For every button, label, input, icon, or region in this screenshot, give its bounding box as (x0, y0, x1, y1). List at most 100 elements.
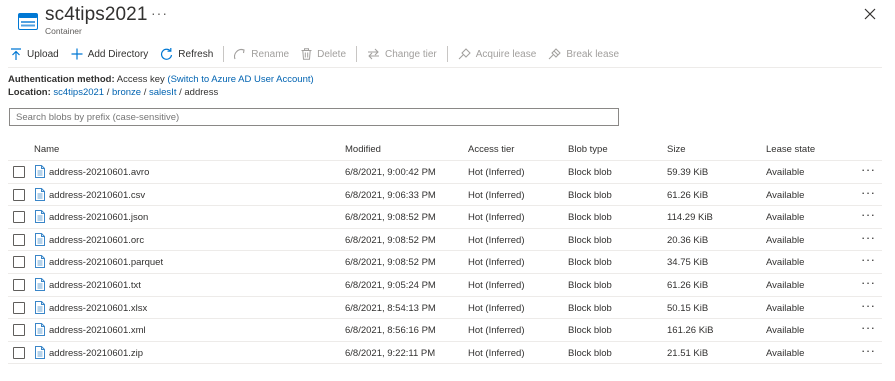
rename-button[interactable]: Rename (234, 48, 289, 60)
table-row[interactable]: address-20210601.zip 6/8/2021, 9:22:11 PM… (8, 342, 882, 365)
row-checkbox[interactable] (13, 346, 25, 359)
row-more-button[interactable]: ··· (861, 185, 876, 200)
lease-state-cell: Available (766, 325, 805, 337)
modified-cell: 6/8/2021, 9:08:52 PM (345, 212, 436, 224)
plus-icon (71, 48, 83, 60)
blob-type-cell: Block blob (568, 189, 612, 201)
blob-name[interactable]: address-20210601.csv (49, 190, 145, 201)
row-more-button[interactable]: ··· (861, 230, 876, 245)
row-checkbox[interactable] (13, 188, 25, 201)
access-tier-cell: Hot (Inferred) (468, 167, 525, 178)
blob-name[interactable]: address-20210601.json (49, 212, 148, 223)
row-more-button[interactable]: ··· (861, 275, 876, 290)
table-row[interactable]: address-20210601.json 6/8/2021, 9:08:52 P… (8, 206, 882, 229)
size-cell: 50.15 KiB (667, 302, 709, 314)
column-header-name[interactable]: Name (34, 144, 59, 155)
acquire-lease-button[interactable]: Acquire lease (458, 48, 537, 60)
breadcrumb-item-salesit[interactable]: salesIt (149, 87, 176, 98)
refresh-label: Refresh (178, 48, 214, 60)
column-header-lease-state[interactable]: Lease state (766, 144, 815, 155)
lease-state-cell: Available (766, 234, 805, 246)
row-more-button[interactable]: ··· (861, 343, 876, 358)
file-icon (35, 255, 45, 269)
auth-value: Access key (116, 74, 165, 85)
row-checkbox[interactable] (13, 233, 25, 246)
lease-state-cell: Available (766, 257, 805, 269)
access-tier-cell: Hot (Inferred) (468, 234, 525, 246)
row-more-button[interactable]: ··· (861, 320, 876, 335)
row-checkbox[interactable] (13, 301, 25, 314)
file-icon (35, 277, 45, 291)
blob-type-cell: Block blob (568, 212, 612, 224)
table-row[interactable]: address-20210601.avro 6/8/2021, 9:00:42 P… (8, 161, 882, 184)
access-tier-cell: Hot (Inferred) (468, 325, 525, 337)
column-header-access-tier[interactable]: Access tier (468, 144, 514, 155)
upload-icon (11, 47, 21, 60)
close-icon[interactable] (862, 6, 878, 22)
column-header-size[interactable]: Size (667, 144, 685, 155)
break-lease-icon (548, 48, 562, 60)
table-row[interactable]: address-20210601.txt 6/8/2021, 9:05:24 PM… (8, 274, 882, 297)
toolbar-divider (446, 46, 448, 62)
breadcrumb-item-account[interactable]: sc4tips2021 (53, 87, 104, 98)
modified-cell: 6/8/2021, 9:00:42 PM (345, 167, 436, 178)
blob-name[interactable]: address-20210601.zip (49, 348, 143, 359)
row-checkbox[interactable] (13, 256, 25, 269)
column-header-modified[interactable]: Modified (345, 144, 381, 155)
row-checkbox[interactable] (13, 211, 25, 224)
search-input[interactable] (9, 108, 619, 126)
lease-state-cell: Available (766, 347, 805, 359)
table-row[interactable]: address-20210601.xlsx 6/8/2021, 8:54:13 P… (8, 297, 882, 320)
row-more-button[interactable]: ··· (861, 207, 876, 222)
change-tier-button[interactable]: Change tier (367, 48, 437, 60)
row-more-button[interactable]: ··· (861, 298, 876, 313)
column-header-blob-type[interactable]: Blob type (568, 144, 608, 155)
modified-cell: 6/8/2021, 9:08:52 PM (345, 257, 436, 269)
add-directory-button[interactable]: Add Directory (71, 48, 149, 60)
table-row[interactable]: address-20210601.csv 6/8/2021, 9:06:33 PM… (8, 184, 882, 207)
modified-cell: 6/8/2021, 9:05:24 PM (345, 279, 436, 291)
toolbar-divider (356, 46, 358, 62)
access-tier-cell: Hot (Inferred) (468, 189, 525, 201)
refresh-button[interactable]: Refresh (160, 47, 214, 61)
row-checkbox[interactable] (13, 166, 25, 178)
table-row[interactable]: address-20210601.orc 6/8/2021, 9:08:52 PM… (8, 229, 882, 252)
blob-name[interactable]: address-20210601.orc (49, 235, 144, 246)
add-directory-label: Add Directory (87, 48, 149, 60)
toolbar-divider (223, 46, 225, 62)
blob-type-cell: Block blob (568, 257, 612, 269)
access-tier-cell: Hot (Inferred) (468, 302, 525, 314)
file-icon (35, 345, 45, 359)
blob-name[interactable]: address-20210601.avro (49, 167, 149, 178)
size-cell: 61.26 KiB (667, 189, 709, 201)
row-checkbox[interactable] (13, 324, 25, 337)
blob-type-cell: Block blob (568, 325, 612, 337)
modified-cell: 6/8/2021, 9:06:33 PM (345, 189, 436, 201)
blob-type-cell: Block blob (568, 302, 612, 314)
size-cell: 114.29 KiB (667, 212, 713, 224)
table-body: address-20210601.avro 6/8/2021, 9:00:42 P… (8, 161, 882, 365)
blob-name[interactable]: address-20210601.parquet (49, 257, 163, 268)
modified-cell: 6/8/2021, 9:22:11 PM (345, 347, 436, 359)
blob-name[interactable]: address-20210601.xlsx (49, 303, 147, 314)
blob-name[interactable]: address-20210601.txt (49, 280, 141, 291)
size-cell: 34.75 KiB (667, 257, 709, 269)
breadcrumb-item-bronze[interactable]: bronze (112, 87, 141, 98)
blob-name[interactable]: address-20210601.xml (49, 325, 146, 336)
table-row[interactable]: address-20210601.xml 6/8/2021, 8:56:16 PM… (8, 319, 882, 342)
access-tier-cell: Hot (Inferred) (468, 212, 525, 224)
row-more-button[interactable]: ··· (861, 252, 876, 267)
break-lease-button[interactable]: Break lease (548, 48, 619, 60)
upload-button[interactable]: Upload (10, 47, 59, 61)
row-checkbox[interactable] (13, 278, 25, 291)
delete-button[interactable]: Delete (301, 48, 346, 60)
trash-icon (301, 48, 312, 60)
more-options-button[interactable]: ··· (151, 5, 168, 21)
acquire-lease-label: Acquire lease (475, 48, 537, 60)
switch-auth-link[interactable]: (Switch to Azure AD User Account) (167, 74, 313, 85)
row-more-button[interactable]: ··· (861, 162, 876, 177)
location-label: Location: (8, 87, 51, 98)
table-row[interactable]: address-20210601.parquet 6/8/2021, 9:08:5… (8, 251, 882, 274)
upload-label: Upload (27, 48, 59, 60)
file-icon (35, 210, 45, 224)
